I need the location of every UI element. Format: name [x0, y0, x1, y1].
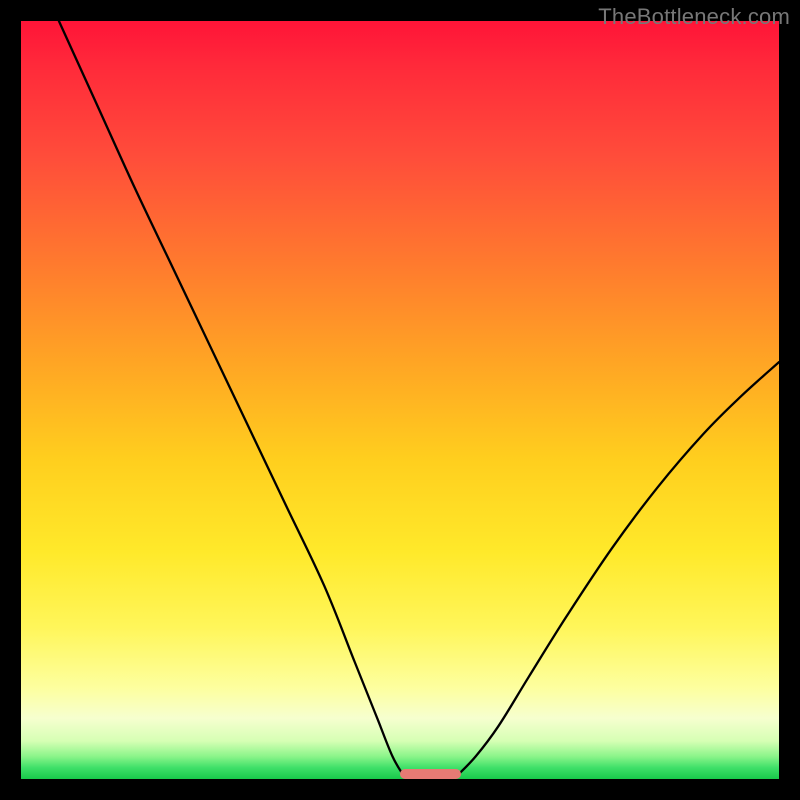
- plot-area: [21, 21, 779, 779]
- watermark-text: TheBottleneck.com: [598, 4, 790, 30]
- curve-left-arm: [59, 21, 404, 776]
- chart-frame: TheBottleneck.com: [0, 0, 800, 800]
- bottleneck-curve: [21, 21, 779, 779]
- minimum-marker: [400, 769, 461, 779]
- curve-right-arm: [457, 362, 779, 776]
